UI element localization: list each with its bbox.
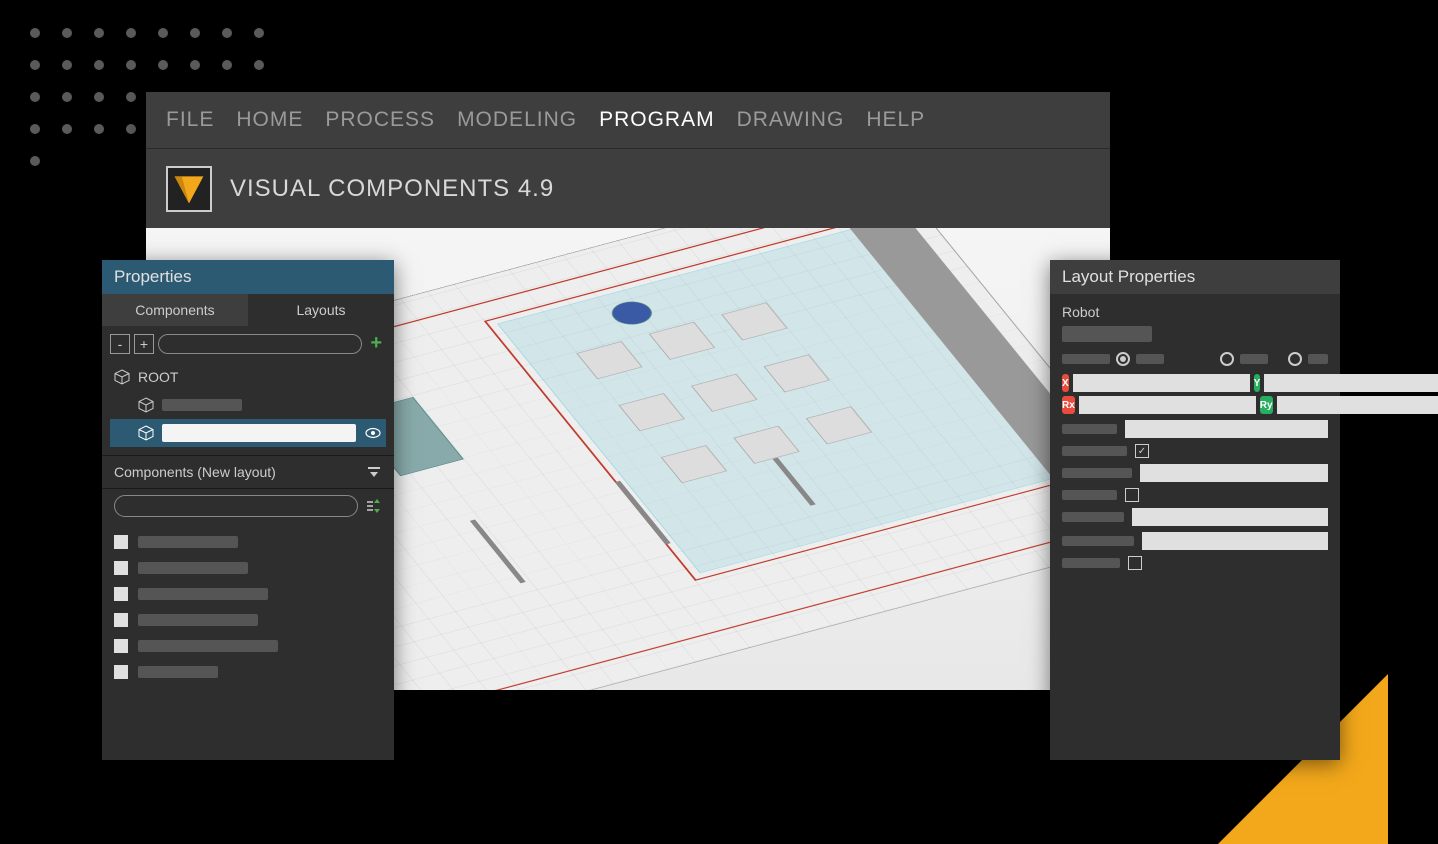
menu-drawing[interactable]: DRAWING bbox=[737, 108, 845, 132]
list-item[interactable] bbox=[114, 581, 382, 607]
property-checkbox[interactable] bbox=[1125, 488, 1139, 502]
property-row bbox=[1062, 488, 1328, 502]
menu-bar: FILE HOME PROCESS MODELING PROGRAM DRAWI… bbox=[146, 92, 1110, 148]
coord-position-row: X Y Z bbox=[1062, 374, 1328, 392]
properties-panel: Properties Components Layouts - + + ROOT… bbox=[102, 260, 394, 760]
layout-properties-panel: Layout Properties Robot X Y Z Rx Ry bbox=[1050, 260, 1340, 760]
filter-input[interactable] bbox=[114, 495, 358, 517]
root-label: ROOT bbox=[138, 369, 178, 385]
checkbox[interactable] bbox=[114, 561, 128, 575]
ry-label: Ry bbox=[1260, 396, 1273, 414]
radio-row bbox=[1062, 352, 1328, 366]
layout-panel-header: Layout Properties bbox=[1050, 260, 1340, 294]
tree-item[interactable] bbox=[110, 391, 386, 419]
property-checkbox[interactable]: ✓ bbox=[1135, 444, 1149, 458]
cube-icon bbox=[114, 369, 130, 385]
tree-item-label bbox=[162, 424, 356, 442]
rx-input[interactable] bbox=[1079, 396, 1256, 414]
cube-icon bbox=[138, 397, 154, 413]
property-row bbox=[1062, 464, 1328, 482]
tree-list: ROOT bbox=[102, 361, 394, 449]
property-row bbox=[1062, 420, 1328, 438]
sort-icon[interactable] bbox=[364, 497, 382, 515]
list-item[interactable] bbox=[114, 607, 382, 633]
menu-program[interactable]: PROGRAM bbox=[599, 108, 715, 132]
radio-option-3[interactable] bbox=[1288, 352, 1302, 366]
radio-option-2[interactable] bbox=[1220, 352, 1234, 366]
app-title: VISUAL COMPONENTS 4.9 bbox=[230, 175, 554, 203]
radio-option-1[interactable] bbox=[1116, 352, 1130, 366]
checkbox[interactable] bbox=[114, 639, 128, 653]
x-input[interactable] bbox=[1073, 374, 1250, 392]
property-checkbox[interactable] bbox=[1128, 556, 1142, 570]
coord-rotation-row: Rx Ry Rz bbox=[1062, 396, 1328, 414]
subheader-label: Components (New layout) bbox=[114, 464, 276, 480]
tree-item-label bbox=[162, 399, 242, 411]
dropdown-icon[interactable] bbox=[366, 464, 382, 480]
menu-help[interactable]: HELP bbox=[866, 108, 925, 132]
tree-item-selected[interactable] bbox=[110, 419, 386, 447]
app-logo-icon bbox=[166, 166, 212, 212]
component-checklist bbox=[102, 523, 394, 691]
property-field[interactable] bbox=[1132, 508, 1328, 526]
tree-toolbar: - + + bbox=[102, 326, 394, 361]
tab-layouts[interactable]: Layouts bbox=[248, 294, 394, 326]
menu-home[interactable]: HOME bbox=[236, 108, 303, 132]
menu-modeling[interactable]: MODELING bbox=[457, 108, 577, 132]
checkbox[interactable] bbox=[114, 613, 128, 627]
checkbox[interactable] bbox=[114, 665, 128, 679]
x-label: X bbox=[1062, 374, 1069, 392]
expand-button[interactable]: + bbox=[134, 334, 154, 354]
menu-file[interactable]: FILE bbox=[166, 108, 214, 132]
menu-process[interactable]: PROCESS bbox=[325, 108, 435, 132]
collapse-button[interactable]: - bbox=[110, 334, 130, 354]
title-bar: VISUAL COMPONENTS 4.9 bbox=[146, 148, 1110, 228]
property-row bbox=[1062, 532, 1328, 550]
property-row bbox=[1062, 508, 1328, 526]
list-item[interactable] bbox=[114, 555, 382, 581]
cube-icon bbox=[138, 425, 154, 441]
placeholder bbox=[1062, 326, 1152, 342]
filter-row bbox=[102, 489, 394, 523]
list-item[interactable] bbox=[114, 633, 382, 659]
property-row: ✓ bbox=[1062, 444, 1328, 458]
ry-input[interactable] bbox=[1277, 396, 1438, 414]
property-field[interactable] bbox=[1140, 464, 1328, 482]
rx-label: Rx bbox=[1062, 396, 1075, 414]
components-subheader: Components (New layout) bbox=[102, 455, 394, 489]
section-label: Robot bbox=[1062, 304, 1328, 320]
checkbox[interactable] bbox=[114, 587, 128, 601]
y-label: Y bbox=[1254, 374, 1261, 392]
tree-root[interactable]: ROOT bbox=[110, 363, 386, 391]
y-input[interactable] bbox=[1264, 374, 1438, 392]
property-field[interactable] bbox=[1142, 532, 1328, 550]
eye-icon[interactable] bbox=[364, 424, 382, 442]
list-item[interactable] bbox=[114, 529, 382, 555]
properties-tabs: Components Layouts bbox=[102, 294, 394, 326]
property-row bbox=[1062, 556, 1328, 570]
tab-components[interactable]: Components bbox=[102, 294, 248, 326]
property-field[interactable] bbox=[1125, 420, 1328, 438]
properties-header: Properties bbox=[102, 260, 394, 294]
tree-search-input[interactable] bbox=[158, 334, 362, 354]
list-item[interactable] bbox=[114, 659, 382, 685]
add-button[interactable]: + bbox=[366, 332, 386, 355]
checkbox[interactable] bbox=[114, 535, 128, 549]
